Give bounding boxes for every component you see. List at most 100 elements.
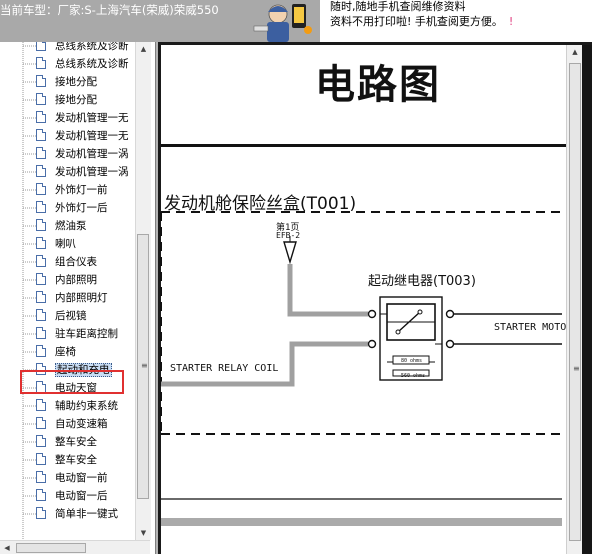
tree-item[interactable]: 简单非一键式 (36, 505, 134, 523)
tree-item-label: 总线系统及诊断 (55, 58, 129, 70)
tree-horizontal-thumb[interactable] (16, 543, 86, 553)
scroll-left-icon[interactable]: ◀ (0, 541, 14, 554)
tree-item-label: 喇叭 (55, 238, 76, 250)
tree-item-label: 电动窗一前 (55, 472, 108, 484)
document-icon (36, 255, 46, 267)
page-title: 电路图 (315, 62, 441, 108)
document-icon (36, 165, 46, 177)
tree-item-label: 简单非一键式 (55, 508, 118, 520)
document-icon (36, 291, 46, 303)
document-icon (36, 111, 46, 123)
tree-item[interactable]: 发动机管理一无 (36, 109, 134, 127)
tree-item[interactable]: 喇叭 (36, 235, 134, 253)
promo-dot: ! (508, 15, 514, 28)
document-icon (36, 273, 46, 285)
scroll-up-icon[interactable]: ▲ (136, 42, 151, 56)
tree-item-label: 外饰灯一前 (55, 184, 108, 196)
document-icon (36, 471, 46, 483)
document-icon (36, 75, 46, 87)
tree-item[interactable]: 总线系统及诊断 (36, 55, 134, 73)
viewer-vertical-scrollbar[interactable]: ▲ ≡ (566, 45, 583, 554)
tree-item-label: 座椅 (55, 346, 76, 358)
tree-item[interactable]: 整车安全 (36, 433, 134, 451)
tree-item[interactable]: 接地分配 (36, 91, 134, 109)
tree-item[interactable]: 燃油泵 (36, 217, 134, 235)
chapter-tree[interactable]: 总线系统及诊断 总线系统及诊断 接地分配 接地分配 发动机管理一无 发动机管理一无 发动机管… (0, 42, 156, 554)
tree-item[interactable]: 外饰灯一后 (36, 199, 134, 217)
document-icon (36, 327, 46, 339)
tree-item[interactable]: 发动机管理一涡 (36, 145, 134, 163)
tree-item-label: 发动机管理一无 (55, 112, 129, 124)
promo-line-1: 随时,随地手机查阅维修资料 (330, 0, 466, 13)
tree-item[interactable]: 接地分配 (36, 73, 134, 91)
tree-item-label: 电动窗一后 (55, 490, 108, 502)
tree-item-label: 接地分配 (55, 94, 97, 106)
relay-body (379, 296, 443, 381)
document-icon (36, 453, 46, 465)
resistor-560-label: 560 ohms (401, 373, 426, 379)
document-icon (36, 147, 46, 159)
viewer-scroll-thumb[interactable]: ≡ (569, 63, 581, 541)
tree-item-label: 辅助约束系统 (55, 400, 118, 412)
tree-item[interactable]: 辅助约束系统 (36, 397, 134, 415)
document-viewer[interactable]: 电路图 发动机舱保险丝盒(T001) 第1页 EFB-2 起动继电器(T003)… (158, 42, 592, 554)
tree-item[interactable]: 自动变速箱 (36, 415, 134, 433)
selection-highlight-box (20, 370, 124, 394)
document-icon (36, 201, 46, 213)
starter-relay-coil-label: STARTER RELAY COIL (170, 363, 279, 374)
tree-item-label: 总线系统及诊断 (55, 42, 129, 52)
tree-item-label: 外饰灯一后 (55, 202, 108, 214)
tree-vertical-scrollbar[interactable]: ▲ ≡ ▼ (135, 42, 151, 540)
document-icon (36, 309, 46, 321)
tree-item-label: 组合仪表 (55, 256, 97, 268)
relay-name-label: 起动继电器(T003) (368, 274, 476, 289)
document-icon (36, 237, 46, 249)
viewer-edge (582, 45, 592, 554)
tree-item[interactable]: 内部照明灯 (36, 289, 134, 307)
tree-horizontal-scrollbar[interactable]: ◀ (0, 540, 150, 554)
tree-item-label: 发动机管理一无 (55, 130, 129, 142)
document-icon (36, 417, 46, 429)
tree-item-label: 内部照明 (55, 274, 97, 286)
document-icon (36, 183, 46, 195)
tree-item[interactable]: 外饰灯一前 (36, 181, 134, 199)
tree-item[interactable]: 驻车距离控制 (36, 325, 134, 343)
document-icon (36, 507, 46, 519)
tree-item[interactable]: 电动窗一前 (36, 469, 134, 487)
tree-item[interactable]: 后视镜 (36, 307, 134, 325)
document-icon (36, 93, 46, 105)
tree-item-label: 驻车距离控制 (55, 328, 118, 340)
resistor-80-label: 80 ohms (401, 358, 423, 364)
document-icon (36, 435, 46, 447)
tree-item[interactable]: 总线系统及诊断 (36, 42, 134, 55)
tree-item-label: 发动机管理一涡 (55, 148, 129, 160)
tree-item[interactable]: 整车安全 (36, 451, 134, 469)
document-icon (36, 42, 46, 51)
document-icon (36, 345, 46, 357)
tree-item-label: 整车安全 (55, 436, 97, 448)
viewer-scroll-up-icon[interactable]: ▲ (567, 45, 583, 59)
header-rule (161, 144, 566, 147)
tree-item-label: 接地分配 (55, 76, 97, 88)
tree-item-label: 后视镜 (55, 310, 87, 322)
tree-item-label: 燃油泵 (55, 220, 87, 232)
efb-arrow (283, 241, 297, 265)
vehicle-label: 当前车型：厂家:S-上海汽车(荣威)荣威550 (0, 3, 219, 17)
tree-item[interactable]: 内部照明 (36, 271, 134, 289)
tree-item[interactable]: 发动机管理一无 (36, 127, 134, 145)
tree-item[interactable]: 组合仪表 (36, 253, 134, 271)
top-bar: 当前车型：厂家:S-上海汽车(荣威)荣威550 随时,随地手机查阅维修资料 资料… (0, 0, 592, 42)
tree-item-label: 内部照明灯 (55, 292, 108, 304)
tree-item[interactable]: 发动机管理一涡 (36, 163, 134, 181)
tree-item-label: 整车安全 (55, 454, 97, 466)
starter-motor-label: STARTER MOTO (494, 322, 567, 333)
promo-banner[interactable]: 随时,随地手机查阅维修资料 资料不用打印啦! 手机查阅更方便。! (320, 0, 592, 42)
scroll-down-icon[interactable]: ▼ (136, 526, 151, 540)
promo-line-2: 资料不用打印啦! 手机查阅更方便。! (330, 15, 514, 28)
tree-item[interactable]: 电动窗一后 (36, 487, 134, 505)
tree-item-label: 发动机管理一涡 (55, 166, 129, 178)
viewer-scroll-grip-icon: ≡ (573, 364, 580, 373)
document-icon (36, 129, 46, 141)
tree-scroll-thumb[interactable]: ≡ (137, 234, 149, 499)
tree-item[interactable]: 座椅 (36, 343, 134, 361)
